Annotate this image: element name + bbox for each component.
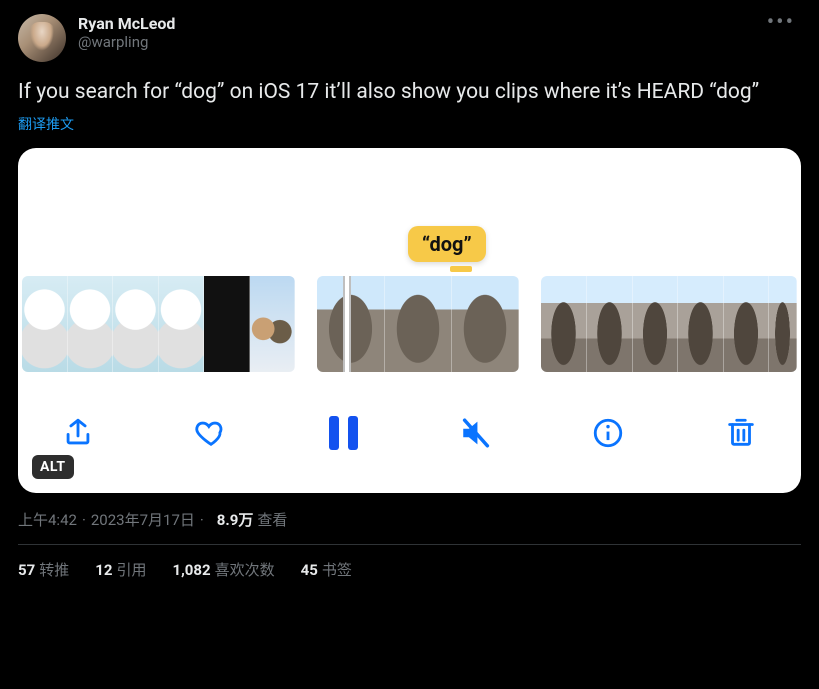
count: 45 bbox=[301, 561, 318, 579]
tweet-date[interactable]: 2023年7月17日 bbox=[91, 509, 195, 530]
label: 喜欢次数 bbox=[215, 561, 275, 579]
pause-icon[interactable] bbox=[323, 413, 363, 453]
media-toolbar bbox=[18, 372, 801, 493]
tweet-time[interactable]: 上午4:42 bbox=[18, 509, 77, 530]
display-name: Ryan McLeod bbox=[78, 14, 761, 33]
mute-icon[interactable] bbox=[456, 413, 496, 453]
avatar[interactable] bbox=[18, 14, 66, 62]
clip-thumb bbox=[204, 276, 250, 372]
stat-quotes[interactable]: 12引用 bbox=[95, 559, 146, 580]
count: 12 bbox=[95, 561, 112, 579]
clip-thumb bbox=[159, 276, 205, 372]
clip-thumb bbox=[724, 276, 770, 372]
clip-thumb bbox=[317, 276, 384, 372]
clip-thumb bbox=[587, 276, 633, 372]
info-icon[interactable] bbox=[588, 413, 628, 453]
label: 书签 bbox=[322, 561, 352, 579]
clip-thumb bbox=[678, 276, 724, 372]
trash-icon[interactable] bbox=[721, 413, 761, 453]
caption-bubble: “dog” bbox=[408, 226, 486, 262]
separator: · bbox=[200, 511, 204, 529]
media-top: “dog” bbox=[18, 148, 801, 276]
clip-thumb bbox=[22, 276, 68, 372]
separator: · bbox=[82, 511, 86, 529]
clip-thumb bbox=[769, 276, 797, 372]
clip-group-3[interactable] bbox=[541, 276, 797, 372]
clip-thumb bbox=[633, 276, 679, 372]
stat-retweets[interactable]: 57转推 bbox=[18, 559, 69, 580]
clip-thumb bbox=[250, 276, 296, 372]
stats-row: 57转推 12引用 1,082 喜欢次数 45书签 bbox=[18, 545, 801, 580]
view-label: 查看 bbox=[257, 509, 287, 530]
author-block[interactable]: Ryan McLeod @warpling bbox=[78, 14, 761, 51]
tweet-header: Ryan McLeod @warpling ••• bbox=[18, 14, 801, 62]
view-count: 8.9万 bbox=[217, 509, 254, 530]
more-icon[interactable]: ••• bbox=[761, 14, 801, 32]
playhead[interactable] bbox=[343, 276, 351, 372]
stat-likes[interactable]: 1,082 喜欢次数 bbox=[172, 559, 274, 580]
stat-bookmarks[interactable]: 45书签 bbox=[301, 559, 352, 580]
translate-link[interactable]: 翻译推文 bbox=[18, 114, 801, 134]
share-icon[interactable] bbox=[58, 413, 98, 453]
label: 转推 bbox=[39, 561, 69, 579]
label: 引用 bbox=[116, 561, 146, 579]
tweet-text: If you search for “dog” on iOS 17 it’ll … bbox=[18, 78, 801, 106]
count: 1,082 bbox=[172, 561, 210, 579]
meta-row: 上午4:42 · 2023年7月17日 · 8.9万 查看 bbox=[18, 509, 801, 530]
alt-badge[interactable]: ALT bbox=[32, 455, 74, 479]
media-card: “dog” bbox=[18, 148, 801, 493]
clip-group-2[interactable] bbox=[317, 276, 519, 372]
heart-icon[interactable] bbox=[191, 413, 231, 453]
clip-thumb bbox=[68, 276, 114, 372]
clip-thumb bbox=[452, 276, 519, 372]
count: 57 bbox=[18, 561, 35, 579]
handle: @warpling bbox=[78, 33, 761, 51]
clip-thumb bbox=[113, 276, 159, 372]
clip-timeline[interactable] bbox=[18, 276, 801, 372]
clip-thumb bbox=[385, 276, 452, 372]
tweet-container: Ryan McLeod @warpling ••• If you search … bbox=[0, 0, 819, 580]
clip-group-1[interactable] bbox=[22, 276, 295, 372]
clip-thumb bbox=[541, 276, 587, 372]
